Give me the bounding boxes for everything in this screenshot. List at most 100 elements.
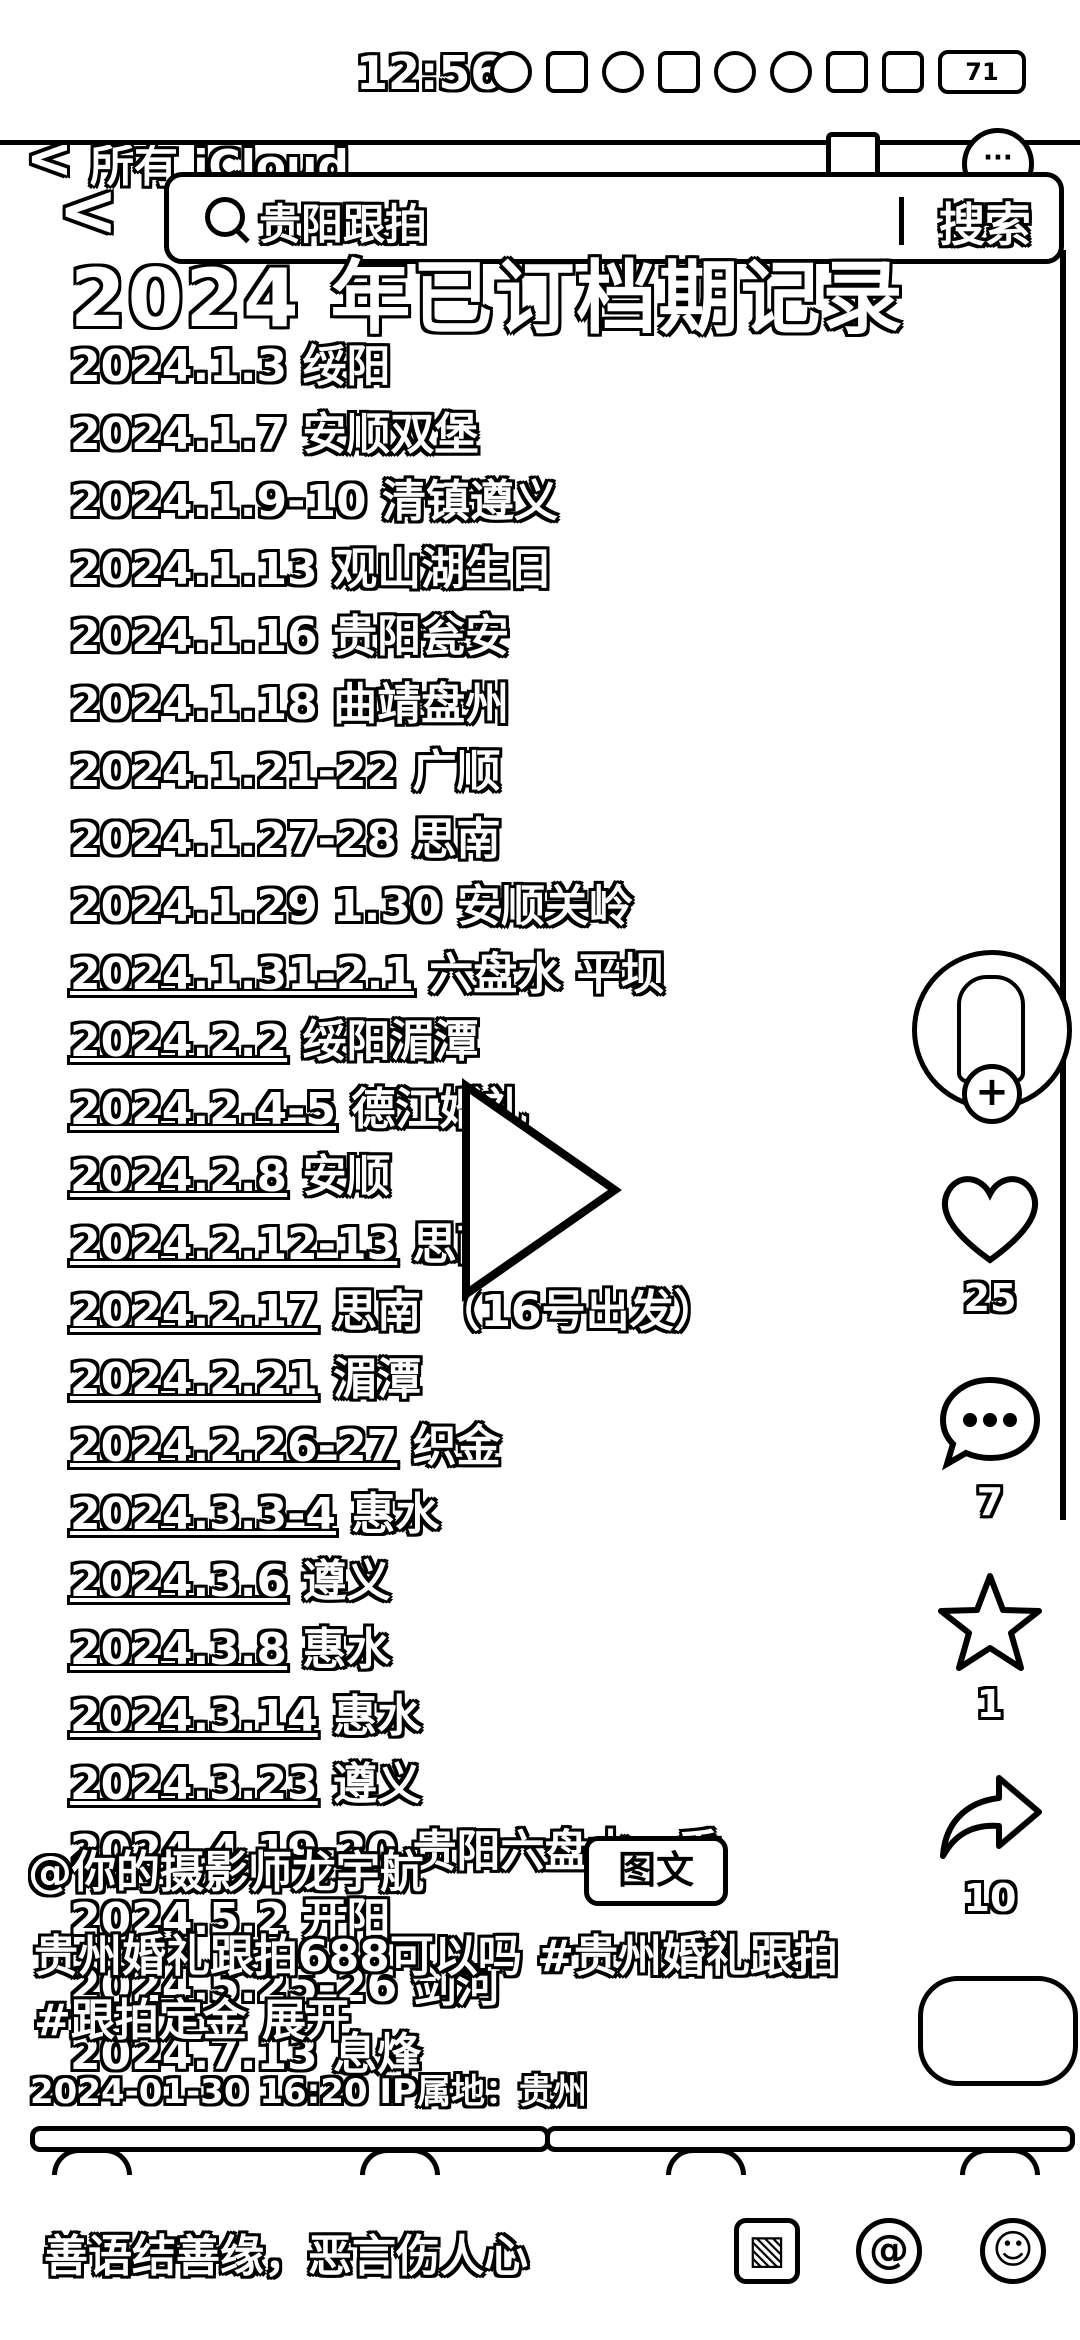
record-place: 思南: [412, 813, 501, 865]
record-place: 绥阳: [302, 341, 391, 392]
record-row: 2024.3.8 惠水: [70, 1618, 970, 1686]
messages-icon[interactable]: [666, 2148, 746, 2175]
record-date: 2024.2.17: [70, 1286, 318, 1337]
record-row: 2024.3.3-4 惠水: [70, 1483, 970, 1551]
record-date: 2024.3.23: [70, 1758, 318, 1810]
record-date: 2024.1.9-10: [70, 476, 367, 527]
record-place: 广顺: [412, 746, 501, 797]
comment-icon: [939, 1376, 1041, 1471]
record-place: 惠水: [333, 1691, 422, 1742]
share-button[interactable]: 10: [930, 1768, 1050, 1920]
record-date: 2024.1.29 1.30: [70, 881, 442, 932]
play-icon-inner: [470, 1094, 608, 1286]
record-place: 湄潭: [333, 1353, 422, 1405]
nfc-icon: [546, 51, 588, 93]
post-type-badge: 图文: [584, 1836, 728, 1906]
record-date: 2024.1.31-2.1: [70, 948, 414, 1000]
record-row: 2024.1.13 观山湖生日: [70, 538, 970, 606]
record-place: 安顺: [302, 1151, 391, 1202]
record-row: 2024.3.6 遵义: [70, 1550, 970, 1618]
record-row: 2024.1.21-22 广顺: [70, 740, 970, 808]
record-place: 织金: [412, 1421, 501, 1472]
record-place: 安顺双堡: [302, 408, 479, 460]
record-date: 2024.2.12-13: [70, 1218, 398, 1270]
follow-plus-icon[interactable]: +: [962, 1064, 1022, 1124]
record-place: 安顺关岭: [456, 881, 633, 932]
record-date: 2024.1.21-22: [70, 746, 398, 797]
record-place: 清镇遵义: [381, 476, 558, 527]
record-row: 2024.1.9-10 清镇遵义: [70, 470, 970, 538]
record-row: 2024.3.23 遵义: [70, 1753, 970, 1821]
record-row: 2024.1.18 曲靖盘州: [70, 673, 970, 741]
eye-icon: [490, 51, 532, 93]
post-caption[interactable]: 贵州婚礼跟拍688可以吗 #贵州婚礼跟拍 #跟拍定金 展开: [34, 1925, 864, 2053]
post-title: 2024 年已订档期记录: [70, 252, 905, 345]
bluetooth-icon: [658, 51, 700, 93]
record-row: 2024.1.16 贵阳瓮安: [70, 605, 970, 673]
divider: [0, 140, 1080, 145]
record-place: 惠水: [351, 1488, 440, 1540]
friends-icon[interactable]: [360, 2148, 440, 2175]
favorite-count: 1: [976, 1682, 1004, 1726]
record-date: 2024.1.13: [70, 543, 318, 595]
record-date: 2024.1.27-28: [70, 813, 398, 865]
at-mention-icon[interactable]: @: [856, 2218, 922, 2284]
wifi-icon: [770, 51, 812, 93]
comment-button[interactable]: 7: [930, 1372, 1050, 1524]
record-place: 曲靖盘州: [333, 678, 510, 730]
favorite-button[interactable]: 1: [930, 1570, 1050, 1726]
clock: 12:56: [356, 46, 503, 100]
comment-count: 7: [976, 1480, 1004, 1524]
record-place: 六盘水 平坝: [429, 948, 665, 1000]
record-date: 2024.2.21: [70, 1353, 318, 1405]
record-place: 贵阳瓮安: [333, 611, 510, 662]
record-place: 惠水: [302, 1623, 391, 1675]
music-disc-icon[interactable]: [918, 1976, 1078, 2086]
mute-icon: [714, 51, 756, 93]
home-icon[interactable]: [52, 2148, 132, 2175]
record-place: 观山湖生日: [333, 543, 554, 595]
record-date: 2024.2.2: [70, 1016, 288, 1067]
me-icon[interactable]: [960, 2148, 1040, 2175]
record-row: 2024.1.29 1.30 安顺关岭: [70, 875, 970, 943]
signal-5g-icon: [826, 51, 868, 93]
record-place: 遵义: [333, 1758, 422, 1810]
record-place: 绥阳湄潭: [302, 1016, 479, 1067]
record-date: 2024.2.8: [70, 1151, 288, 1202]
star-icon: [938, 1573, 1042, 1671]
record-date: 2024.1.7: [70, 408, 288, 460]
record-date: 2024.2.4-5: [70, 1083, 336, 1135]
record-date: 2024.3.6: [70, 1556, 288, 1607]
scrollbar[interactable]: [1060, 250, 1066, 1520]
status-bar: 12:56 71: [0, 0, 1080, 140]
record-row: 2024.3.14 惠水: [70, 1685, 970, 1753]
record-row: 2024.2.26-27 织金: [70, 1415, 970, 1483]
record-date: 2024.3.3-4: [70, 1488, 336, 1540]
record-place: 遵义: [302, 1556, 391, 1607]
record-date: 2024.3.8: [70, 1623, 288, 1675]
emoji-icon[interactable]: ☺: [980, 2218, 1046, 2284]
record-date: 2024.2.26-27: [70, 1421, 398, 1472]
search-icon: [205, 197, 245, 237]
record-date: 2024.1.3: [70, 341, 288, 392]
record-row: 2024.1.7 安顺双堡: [70, 403, 970, 471]
alarm-icon: [602, 51, 644, 93]
heart-icon: [941, 1176, 1039, 1264]
record-date: 2024.3.14: [70, 1691, 318, 1742]
like-count: 25: [963, 1276, 1017, 1320]
author-name[interactable]: @你的摄影师龙宇航: [28, 1836, 424, 1900]
comment-input[interactable]: 善语结善缘，恶言伤人心: [44, 2220, 528, 2284]
record-date: 2024.1.16: [70, 611, 318, 662]
record-row: 2024.2.21 湄潭: [70, 1348, 970, 1416]
image-icon[interactable]: ▧: [734, 2218, 800, 2284]
record-date: 2024.1.18: [70, 678, 318, 730]
like-button[interactable]: 25: [930, 1168, 1050, 1320]
record-row: 2024.1.27-28 思南: [70, 808, 970, 876]
post-timestamp: 2024-01-30 16:20 IP属地：贵州: [30, 2072, 587, 2112]
signal-4g-icon: [882, 51, 924, 93]
search-button[interactable]: 搜索: [939, 189, 1031, 255]
share-count: 10: [963, 1876, 1017, 1920]
record-row: 2024.2.2 绥阳湄潭: [70, 1010, 970, 1078]
share-icon: [940, 1775, 1042, 1859]
status-icons: 71: [490, 50, 1026, 94]
